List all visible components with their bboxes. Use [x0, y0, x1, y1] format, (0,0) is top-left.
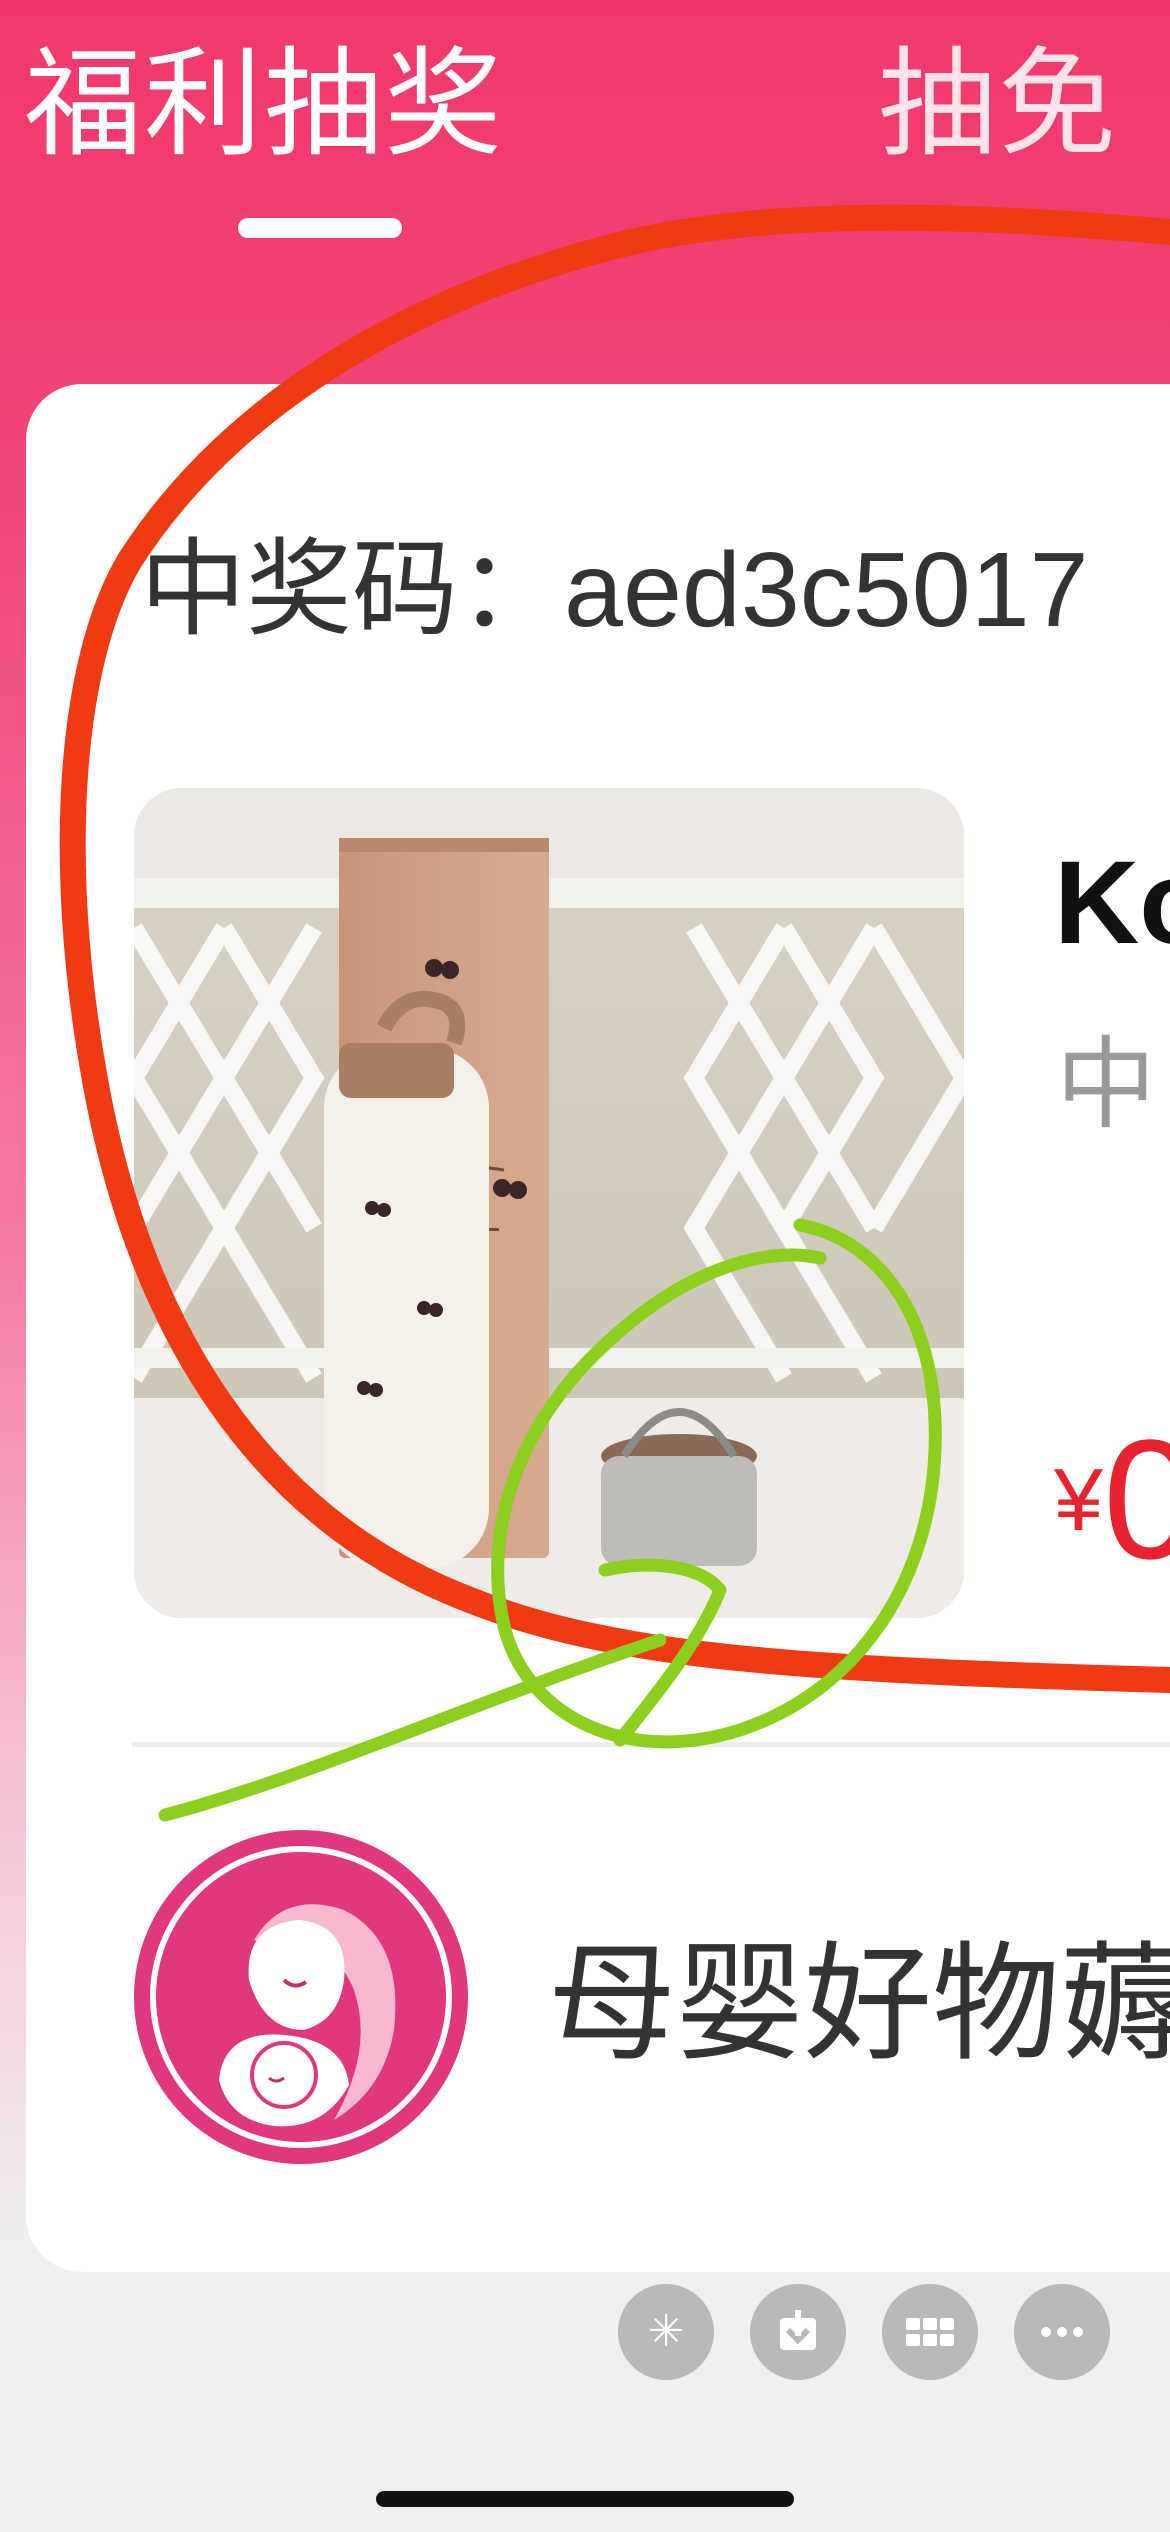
card-divider [132, 1742, 1170, 1747]
mother-baby-logo-icon [150, 1846, 452, 2148]
product-image[interactable] [134, 788, 964, 1618]
grid-glyph-icon [906, 2318, 954, 2346]
home-indicator[interactable] [376, 2491, 794, 2507]
prize-code-row: 中奖码：aed3c5017 [140, 530, 1089, 650]
product-subtitle: 中 [1056, 1029, 1156, 1141]
floating-toolbar: ✳ [0, 2284, 1170, 2384]
prize-code-label: 中奖码： [140, 531, 564, 649]
download-glyph-icon [780, 2310, 816, 2350]
product-price: ¥0 [1054, 1415, 1170, 1585]
active-tab-indicator [238, 218, 402, 238]
shop-avatar[interactable] [134, 1830, 468, 2164]
sparkle-icon[interactable]: ✳ [618, 2284, 714, 2380]
tab-bar: 福利抽奖 抽免 [0, 0, 1170, 240]
ellipsis-icon [1041, 2327, 1083, 2337]
product-photo [134, 788, 964, 1618]
more-icon[interactable] [1014, 2284, 1110, 2380]
price-currency: ¥ [1054, 1450, 1103, 1549]
download-icon[interactable] [750, 2284, 846, 2380]
tab-lottery[interactable]: 福利抽奖 [24, 40, 504, 170]
product-title[interactable]: Ko [1054, 838, 1170, 968]
grid-icon[interactable] [882, 2284, 978, 2380]
prize-code-value: aed3c5017 [564, 531, 1089, 649]
tab-free-draw[interactable]: 抽免 [878, 40, 1118, 170]
shop-name[interactable]: 母婴好物薅 [548, 1935, 1170, 2075]
price-value: 0 [1102, 1405, 1170, 1595]
